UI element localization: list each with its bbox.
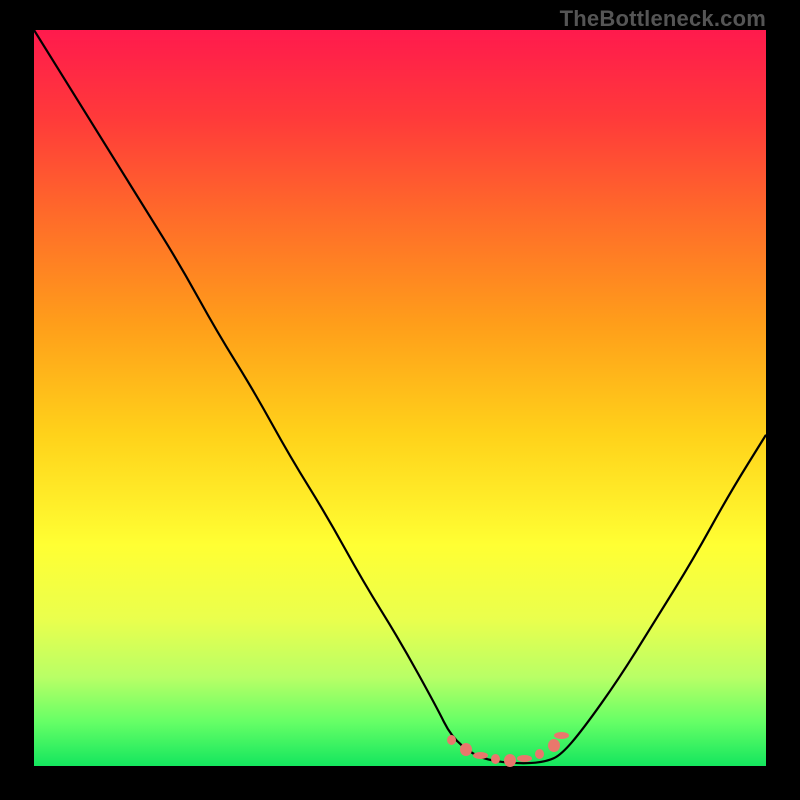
noise-point xyxy=(504,754,516,767)
curve-layer xyxy=(34,30,766,766)
noise-point xyxy=(548,739,560,752)
noise-point xyxy=(554,732,569,739)
bottleneck-curve xyxy=(34,30,766,763)
plot-area xyxy=(34,30,766,766)
chart-frame: TheBottleneck.com xyxy=(0,0,800,800)
noise-point xyxy=(535,749,544,759)
noise-point xyxy=(491,754,500,764)
watermark-text: TheBottleneck.com xyxy=(560,6,766,32)
noise-point xyxy=(447,735,456,745)
